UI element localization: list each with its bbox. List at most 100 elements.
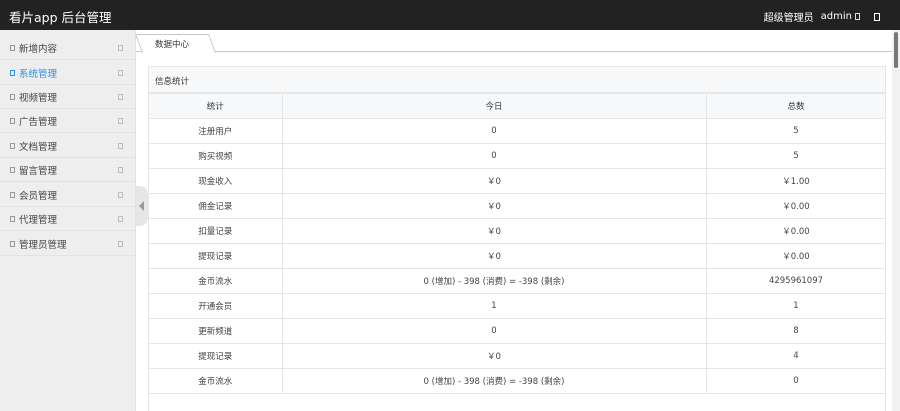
table-cell: 4295961097	[705, 268, 885, 294]
table-cell: ￥0	[281, 168, 707, 194]
tab-label: 数据中心	[155, 40, 190, 50]
sidebar-item-label: 留言管理	[19, 166, 58, 177]
sidebar-item-label: 管理员管理	[19, 240, 67, 251]
user-dropdown-icon[interactable]	[855, 13, 860, 20]
sidebar: 新增内容 系统管理 视频管理 广告管理 文档管理 留言管理 会员管理 代理管理	[0, 30, 136, 411]
top-bar: 看片app 后台管理 超级管理员 admin	[0, 0, 900, 30]
chevron-icon	[118, 94, 123, 100]
table-cell: ￥0	[281, 243, 707, 269]
username[interactable]: admin	[821, 11, 852, 22]
page-scrollbar[interactable]	[892, 30, 900, 411]
table-cell: ￥1.00	[705, 168, 885, 194]
menu-icon	[10, 118, 15, 124]
table-row: 提现记录 ￥0 ￥0.00	[149, 243, 885, 269]
table-cell: ￥0	[281, 193, 707, 219]
chevron-icon	[118, 241, 123, 247]
stats-panel: 信息统计 统计 今日 总数 注册用户 0 5 购买视频 0 5 现金收入 ￥0 …	[148, 66, 886, 411]
table-cell: 扣量记录	[149, 218, 283, 244]
sidebar-item-members[interactable]: 会员管理	[0, 183, 135, 207]
table-cell: 0 (增加) - 398 (消费) = -398 (剩余)	[281, 368, 707, 394]
table-cell: 注册用户	[149, 118, 283, 144]
sidebar-item-label: 文档管理	[19, 142, 58, 153]
sidebar-collapse-toggle[interactable]	[136, 186, 148, 226]
user-area: 超级管理员 admin	[764, 9, 880, 24]
menu-icon	[10, 167, 15, 173]
table-header-row: 统计 今日 总数	[149, 93, 885, 119]
sidebar-item-label: 会员管理	[19, 191, 58, 202]
table-row: 注册用户 0 5	[149, 118, 885, 144]
table-cell: ￥0	[281, 343, 707, 369]
table-row: 现金收入 ￥0 ￥1.00	[149, 168, 885, 194]
app-title: 看片app 后台管理	[9, 10, 112, 25]
chevron-icon	[118, 118, 123, 124]
table-cell: ￥0	[281, 218, 707, 244]
table-cell: 1	[705, 293, 885, 319]
sidebar-item-label: 代理管理	[19, 215, 58, 226]
stats-table: 统计 今日 总数 注册用户 0 5 购买视频 0 5 现金收入 ￥0 ￥1.00	[149, 93, 885, 394]
table-row: 金币流水 0 (增加) - 398 (消费) = -398 (剩余) 42959…	[149, 268, 885, 294]
table-cell: 开通会员	[149, 293, 283, 319]
menu-icon	[10, 241, 15, 247]
table-cell: 5	[705, 143, 885, 169]
chevron-icon	[118, 216, 123, 222]
table-row: 扣量记录 ￥0 ￥0.00	[149, 218, 885, 244]
menu-icon	[10, 45, 15, 51]
table-cell: 0	[281, 118, 707, 144]
table-cell: ￥0.00	[705, 218, 885, 244]
table-cell: 提现记录	[149, 343, 283, 369]
sidebar-item-video[interactable]: 视频管理	[0, 85, 135, 109]
chevron-icon	[118, 192, 123, 198]
table-cell: 5	[705, 118, 885, 144]
table-cell: 0 (增加) - 398 (消费) = -398 (剩余)	[281, 268, 707, 294]
table-cell: 金币流水	[149, 368, 283, 394]
sidebar-item-messages[interactable]: 留言管理	[0, 158, 135, 182]
chevron-icon	[118, 70, 123, 76]
sidebar-item-ads[interactable]: 广告管理	[0, 109, 135, 133]
table-row: 金币流水 0 (增加) - 398 (消费) = -398 (剩余) 0	[149, 368, 885, 394]
menu-icon	[10, 192, 15, 198]
column-header: 今日	[281, 93, 707, 119]
scrollbar-thumb[interactable]	[894, 32, 898, 68]
table-cell: 现金收入	[149, 168, 283, 194]
sidebar-item-label: 系统管理	[19, 69, 58, 80]
panel-title: 信息统计	[155, 77, 190, 87]
table-cell: 4	[705, 343, 885, 369]
table-cell: 更新频道	[149, 318, 283, 344]
chevron-icon	[118, 143, 123, 149]
sidebar-item-agents[interactable]: 代理管理	[0, 207, 135, 231]
menu-icon	[10, 143, 15, 149]
table-cell: ￥0.00	[705, 193, 885, 219]
table-row: 购买视频 0 5	[149, 143, 885, 169]
column-header: 总数	[705, 93, 885, 119]
table-row: 开通会员 1 1	[149, 293, 885, 319]
table-cell: 金币流水	[149, 268, 283, 294]
menu-icon	[10, 216, 15, 222]
table-cell: 0	[281, 143, 707, 169]
chevron-icon	[118, 45, 123, 51]
table-cell: 1	[281, 293, 707, 319]
sidebar-item-system[interactable]: 系统管理	[0, 61, 135, 85]
menu-icon	[10, 94, 15, 100]
table-row: 更新频道 0 8	[149, 318, 885, 344]
sidebar-item-documents[interactable]: 文档管理	[0, 134, 135, 158]
sidebar-item-label: 广告管理	[19, 117, 58, 128]
table-cell: 0	[281, 318, 707, 344]
user-role: 超级管理员	[763, 13, 814, 24]
column-header: 统计	[149, 93, 283, 119]
sidebar-item-admins[interactable]: 管理员管理	[0, 232, 135, 256]
tab-bar: 数据中心	[135, 30, 892, 53]
sidebar-item-label: 视频管理	[19, 93, 58, 104]
logout-icon[interactable]	[874, 12, 880, 21]
table-row: 提现记录 ￥0 4	[149, 343, 885, 369]
sidebar-item-label: 新增内容	[19, 44, 58, 55]
table-cell: 提现记录	[149, 243, 283, 269]
panel-header: 信息统计	[149, 67, 885, 93]
table-cell: 8	[705, 318, 885, 344]
sidebar-item-new-content[interactable]: 新增内容	[0, 36, 135, 60]
chevron-icon	[118, 167, 123, 173]
table-cell: ￥0.00	[705, 243, 885, 269]
table-row: 佣金记录 ￥0 ￥0.00	[149, 193, 885, 219]
menu-icon	[10, 70, 15, 76]
table-cell: 购买视频	[149, 143, 283, 169]
table-cell: 佣金记录	[149, 193, 283, 219]
